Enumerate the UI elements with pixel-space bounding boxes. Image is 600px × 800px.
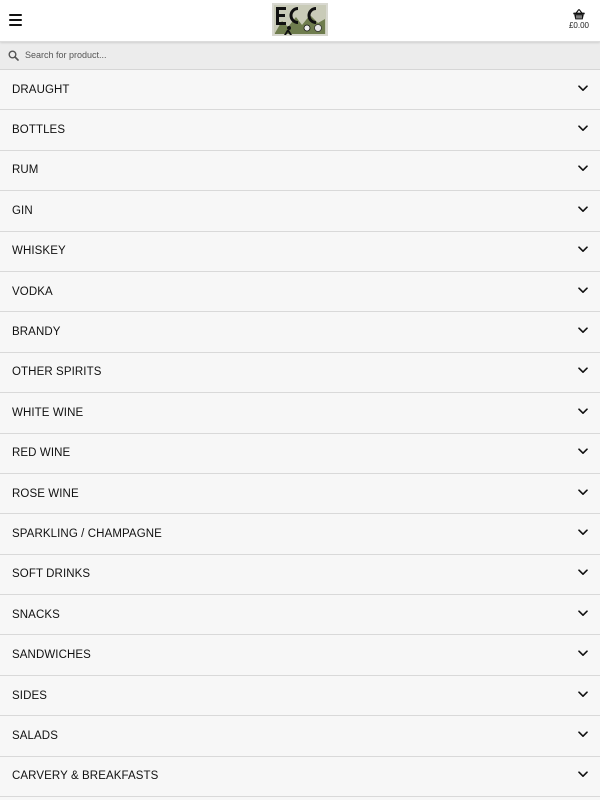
category-label: GIN	[12, 204, 33, 217]
category-item-other-spirits[interactable]: OTHER SPIRITS	[0, 352, 600, 394]
cart-button[interactable]: £0.00	[566, 9, 592, 31]
category-label: WHITE WINE	[12, 406, 84, 419]
chevron-down-icon	[578, 206, 588, 212]
category-item-rose-wine[interactable]: ROSE WINE	[0, 473, 600, 515]
category-item-soft-drinks[interactable]: SOFT DRINKS	[0, 554, 600, 596]
category-item-salads[interactable]: SALADS	[0, 716, 600, 757]
chevron-down-icon	[578, 569, 588, 576]
category-item-draught[interactable]: DRAUGHT	[0, 70, 600, 111]
category-label: SIDES	[12, 689, 48, 702]
category-label: VODKA	[12, 285, 53, 298]
shopping-basket-icon	[573, 9, 585, 20]
chevron-down-icon	[578, 529, 588, 535]
chevron-down-icon	[578, 771, 588, 778]
category-item-whiskey[interactable]: WHISKEY	[0, 231, 600, 272]
category-label: CARVERY & BREAKFASTS	[12, 770, 159, 783]
cart-total: £0.00	[568, 21, 590, 30]
hamburger-menu-icon[interactable]	[9, 13, 23, 27]
logo[interactable]	[272, 3, 328, 36]
category-item-carvery-breakfasts[interactable]: CARVERY & BREAKFASTS	[0, 756, 600, 798]
category-label: ROSE WINE	[12, 487, 79, 500]
category-label: SALADS	[12, 729, 58, 742]
category-list: DRAUGHT BOTTLES RUM GIN WHISKEY VODKA BR…	[0, 70, 600, 798]
chevron-down-icon	[578, 610, 588, 616]
category-label: SOFT DRINKS	[12, 568, 91, 581]
category-item-sparkling-champagne[interactable]: SPARKLING / CHAMPAGNE	[0, 514, 600, 555]
chevron-down-icon	[578, 287, 588, 293]
category-item-bottles[interactable]: BOTTLES	[0, 110, 600, 151]
chevron-down-icon	[578, 125, 588, 132]
search-icon	[8, 50, 19, 61]
chevron-down-icon	[578, 327, 588, 334]
chevron-down-icon	[578, 488, 588, 495]
category-label: SANDWICHES	[12, 649, 91, 662]
category-item-vodka[interactable]: VODKA	[0, 271, 600, 313]
chevron-down-icon	[578, 731, 588, 737]
chevron-down-icon	[578, 408, 588, 414]
chevron-down-icon	[578, 690, 588, 697]
category-item-sides[interactable]: SIDES	[0, 675, 600, 717]
chevron-down-icon	[578, 85, 588, 91]
category-label: RUM	[12, 164, 39, 177]
chevron-down-icon	[578, 650, 588, 657]
search-bar	[0, 42, 600, 70]
category-label: BRANDY	[12, 326, 61, 339]
category-label: OTHER SPIRITS	[12, 366, 102, 379]
chevron-down-icon	[578, 367, 588, 374]
app-header: £0.00	[0, 0, 600, 42]
category-item-rum[interactable]: RUM	[0, 150, 600, 192]
category-label: SNACKS	[12, 608, 60, 621]
chevron-down-icon	[578, 246, 588, 253]
category-item-sandwiches[interactable]: SANDWICHES	[0, 635, 600, 676]
category-item-gin[interactable]: GIN	[0, 191, 600, 232]
search-input[interactable]	[25, 46, 585, 64]
category-label: SPARKLING / CHAMPAGNE	[12, 527, 162, 540]
category-label: WHISKEY	[12, 245, 66, 258]
chevron-down-icon	[578, 165, 588, 172]
category-item-red-wine[interactable]: RED WINE	[0, 433, 600, 474]
chevron-down-icon	[578, 448, 588, 455]
category-label: BOTTLES	[12, 124, 66, 137]
category-item-white-wine[interactable]: WHITE WINE	[0, 393, 600, 434]
category-item-snacks[interactable]: SNACKS	[0, 595, 600, 636]
category-label: RED WINE	[12, 447, 71, 460]
category-item-brandy[interactable]: BRANDY	[0, 312, 600, 353]
category-label: DRAUGHT	[12, 83, 70, 96]
